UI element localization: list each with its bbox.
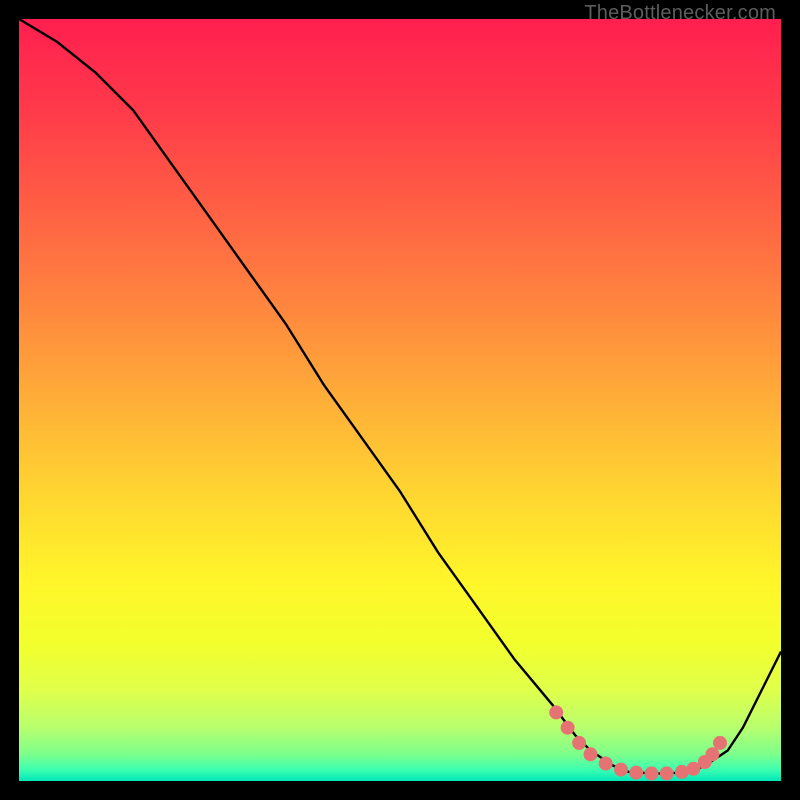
chart-background — [19, 19, 781, 781]
marker-dot — [549, 705, 563, 719]
marker-dot — [629, 766, 643, 780]
marker-dot — [572, 736, 586, 750]
chart-frame — [19, 19, 781, 781]
marker-dot — [660, 766, 674, 780]
marker-dot — [584, 747, 598, 761]
marker-dot — [614, 763, 628, 777]
marker-dot — [599, 757, 613, 771]
marker-dot — [713, 736, 727, 750]
watermark-text: TheBottlenecker.com — [584, 2, 776, 25]
bottleneck-chart — [19, 19, 781, 781]
marker-dot — [645, 766, 659, 780]
marker-dot — [561, 721, 575, 735]
marker-dot — [705, 747, 719, 761]
